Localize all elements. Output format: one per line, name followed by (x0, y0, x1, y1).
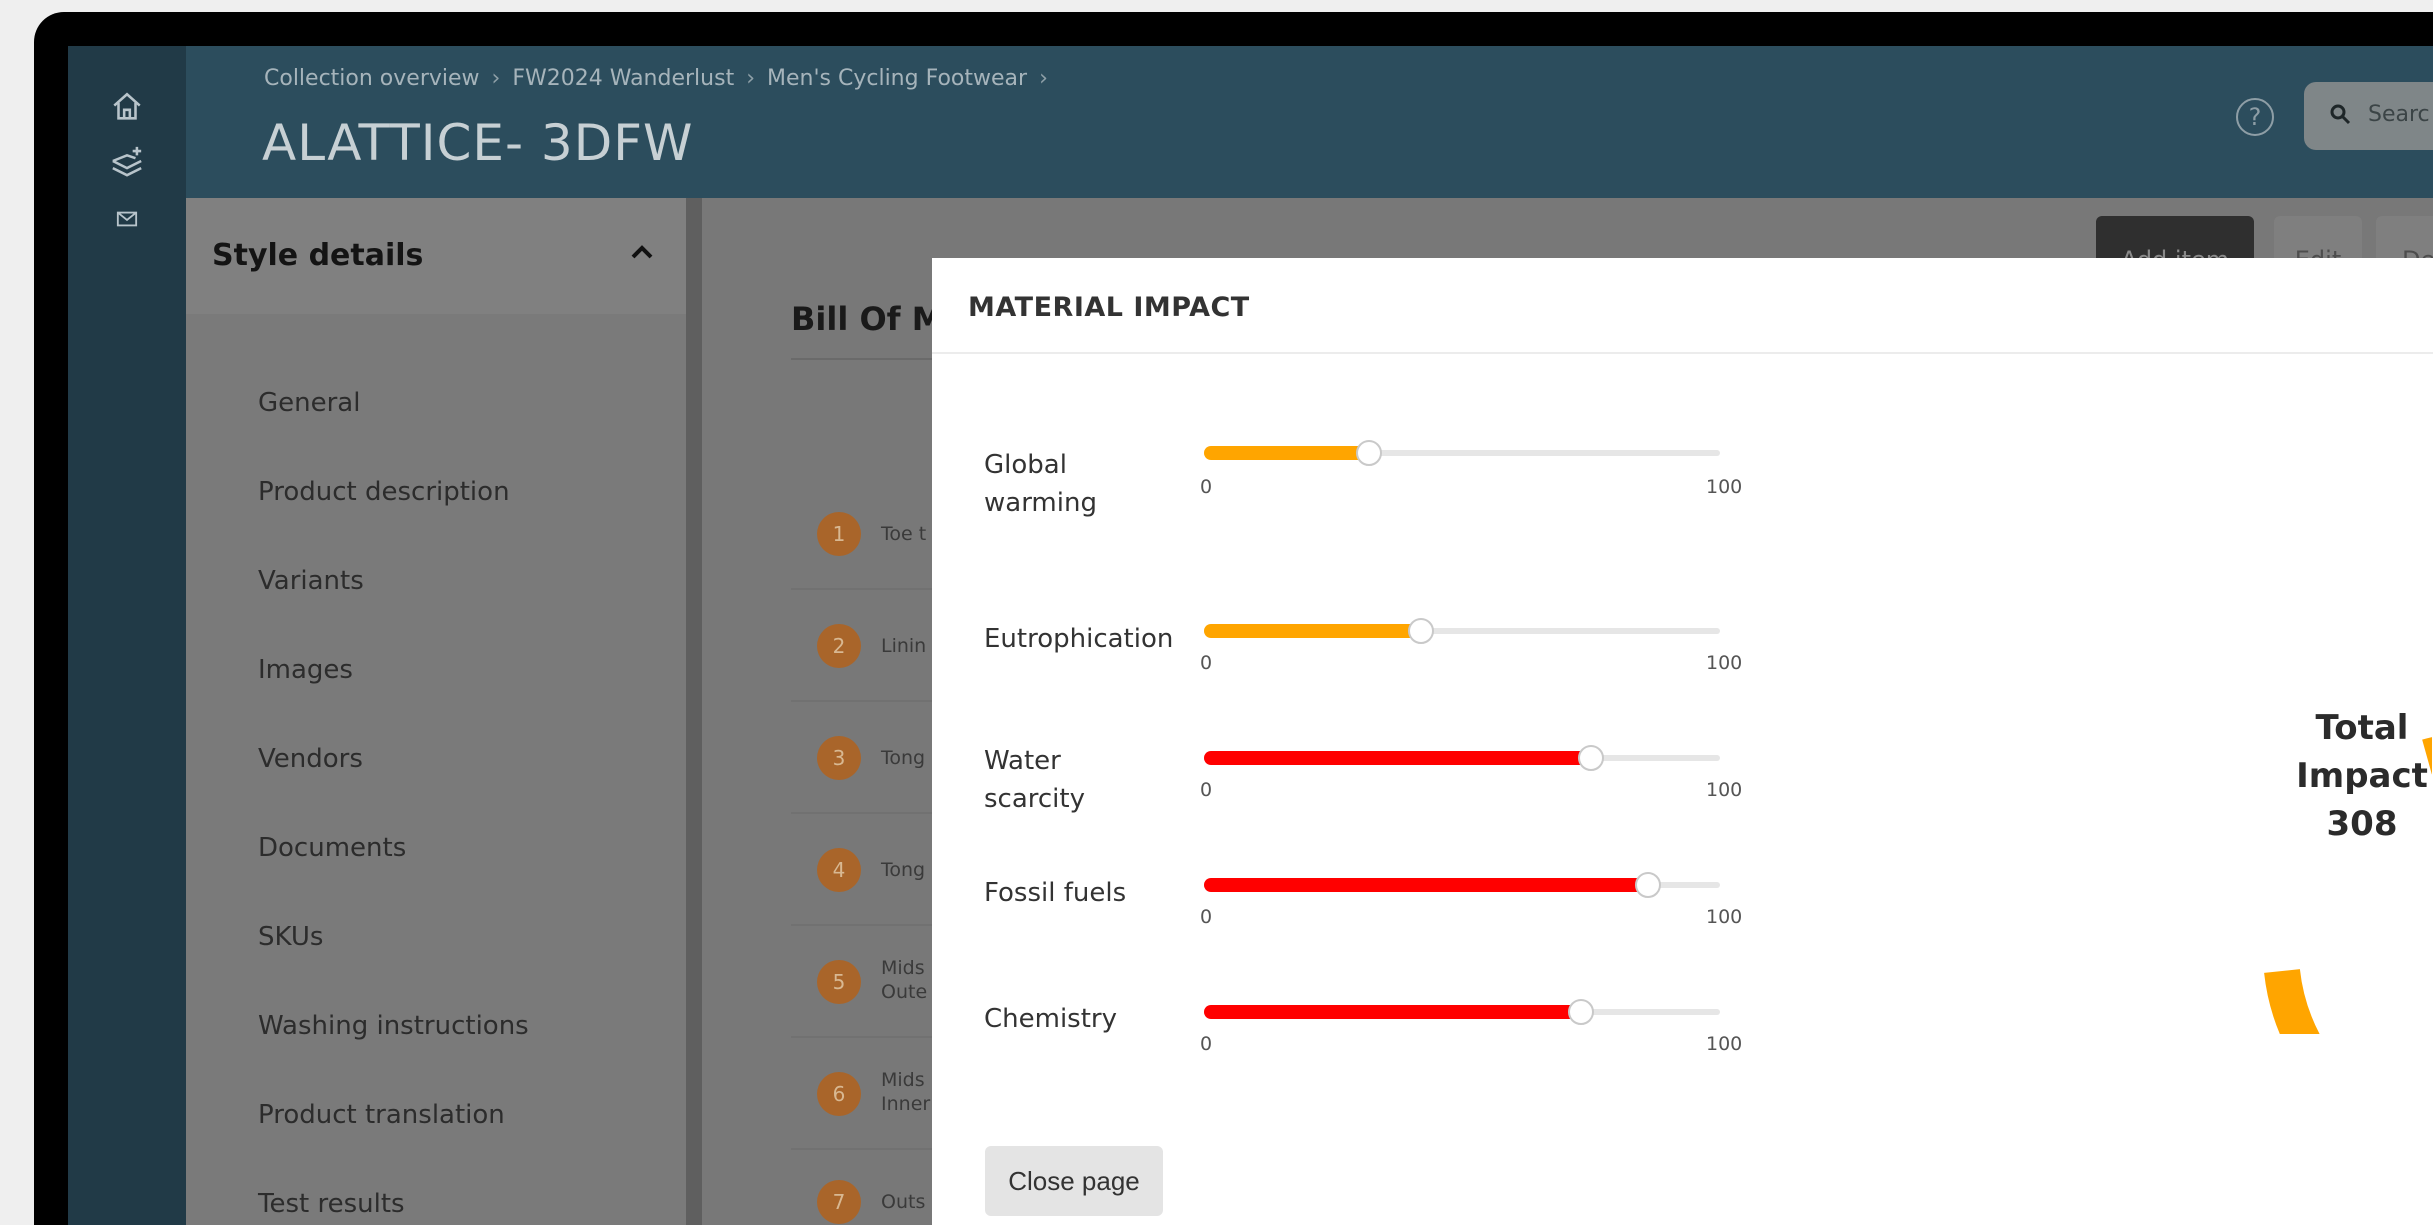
sidebar-scrollbar[interactable] (686, 198, 702, 1225)
slider-min-label: 0 (1200, 906, 1213, 928)
slider-thumb[interactable] (1407, 618, 1434, 644)
slider-min-label: 0 (1200, 779, 1213, 801)
sidebar-header[interactable]: Style details (186, 198, 686, 314)
row-text: Mids Inner (881, 1069, 931, 1115)
slider-min-label: 0 (1200, 476, 1213, 498)
slider-max-label: 100 (1706, 906, 1743, 928)
slider-min-label: 0 (1200, 1033, 1213, 1055)
row-text: Tong (881, 859, 926, 881)
metric-label-global-warming: Global warming (984, 450, 1097, 518)
sidebar-item-vendors[interactable]: Vendors (258, 744, 363, 774)
chevron-up-icon[interactable] (630, 244, 654, 260)
mail-icon[interactable] (104, 196, 150, 242)
breadcrumb-item[interactable]: Collection overview (264, 66, 480, 91)
slider-max-label: 100 (1706, 1033, 1743, 1055)
sidebar-item-general[interactable]: General (258, 388, 360, 418)
search-placeholder: Searc (2368, 102, 2430, 127)
close-page-button[interactable]: Close page (985, 1146, 1163, 1216)
sidebar-item-product-translation[interactable]: Product translation (258, 1100, 505, 1130)
slider-thumb[interactable] (1356, 440, 1383, 466)
slider-fill (1204, 751, 1591, 765)
slider-min-label: 0 (1200, 652, 1213, 674)
style-details-sidebar: Style details General Product descriptio… (186, 198, 686, 1225)
slider-max-label: 100 (1706, 476, 1743, 498)
breadcrumb-item[interactable]: FW2024 Wanderlust (512, 66, 734, 91)
row-number-badge: 6 (817, 1072, 861, 1116)
slider-eutrophication[interactable] (1204, 618, 1720, 644)
sidebar-title: Style details (212, 238, 424, 273)
row-number-badge: 2 (817, 624, 861, 668)
slider-max-label: 100 (1706, 652, 1743, 674)
slider-thumb[interactable] (1634, 872, 1661, 898)
chevron-right-icon: › (491, 66, 501, 91)
slider-fill (1204, 446, 1370, 460)
sidebar-item-product-description[interactable]: Product description (258, 477, 510, 507)
help-icon[interactable]: ? (2236, 98, 2274, 136)
sidebar-item-images[interactable]: Images (258, 655, 353, 685)
row-number-badge: 3 (817, 736, 861, 780)
metric-label-fossil-fuels: Fossil fuels (984, 878, 1127, 908)
slider-thumb[interactable] (1578, 745, 1604, 771)
slider-fill (1204, 1005, 1581, 1019)
sidebar-item-washing-instructions[interactable]: Washing instructions (258, 1011, 529, 1041)
layers-add-icon[interactable] (104, 138, 150, 184)
row-text: Linin (881, 635, 927, 657)
row-number-badge: 4 (817, 848, 861, 892)
page-title: ALATTICE- 3DFW (262, 114, 694, 172)
total-impact-title: Total Impact (2296, 708, 2428, 796)
row-number-badge: 5 (817, 960, 861, 1004)
search-icon (2330, 104, 2351, 125)
total-impact-label: Total Impact 308 (2252, 704, 2433, 848)
modal-header: MATERIAL IMPACT (932, 258, 2433, 354)
left-rail (68, 46, 186, 1225)
slider-fill (1204, 878, 1648, 892)
chevron-right-icon: › (1039, 66, 1048, 91)
modal-title: MATERIAL IMPACT (968, 292, 1250, 323)
metric-label-water-scarcity: Water scarcity (984, 746, 1085, 814)
metric-label-eutrophication: Eutrophication (984, 624, 1174, 654)
row-text: Mids Oute (881, 957, 928, 1003)
row-text: Toe t (881, 523, 927, 545)
row-number-badge: 7 (817, 1180, 861, 1224)
app-screen: Collection overview › FW2024 Wanderlust › Me… (68, 46, 2433, 1225)
metric-label-chemistry: Chemistry (984, 1004, 1117, 1034)
row-text: Outs (881, 1191, 926, 1213)
sidebar-item-variants[interactable]: Variants (258, 566, 364, 596)
breadcrumb: Collection overview › FW2024 Wanderlust › Me… (264, 66, 1060, 91)
home-icon[interactable] (104, 84, 150, 130)
total-impact-value: 308 (2326, 804, 2398, 844)
sidebar-item-test-results[interactable]: Test results (258, 1189, 405, 1219)
row-number-badge: 1 (817, 512, 861, 556)
slider-chemistry[interactable] (1204, 999, 1720, 1025)
slider-global-warming[interactable] (1204, 440, 1720, 466)
slider-max-label: 100 (1706, 779, 1743, 801)
row-text: Tong (881, 747, 926, 769)
chevron-right-icon: › (746, 66, 756, 91)
slider-water-scarcity[interactable] (1204, 745, 1720, 771)
slider-fill (1204, 624, 1421, 638)
breadcrumb-item[interactable]: Men's Cycling Footwear (767, 66, 1027, 91)
search-input[interactable]: Searc (2304, 82, 2433, 150)
slider-fossil-fuels[interactable] (1204, 872, 1720, 898)
sidebar-item-skus[interactable]: SKUs (258, 922, 323, 952)
material-impact-modal: MATERIAL IMPACT Global warming 0 100 Eut… (932, 258, 2433, 1225)
slider-thumb[interactable] (1567, 999, 1594, 1025)
sidebar-item-documents[interactable]: Documents (258, 833, 406, 863)
